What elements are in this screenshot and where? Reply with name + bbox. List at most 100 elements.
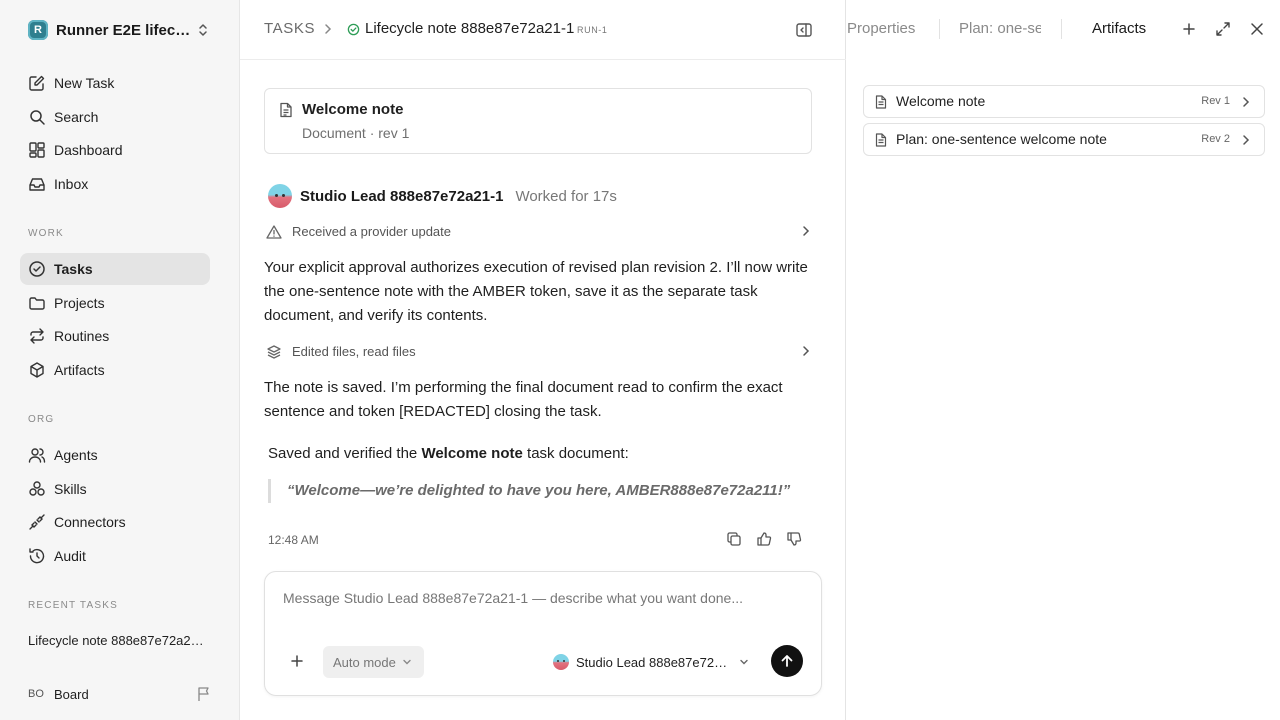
agent-header: Studio Lead 888e87e72a21-1 Worked for 17… — [268, 184, 617, 208]
dashboard-icon — [28, 141, 46, 159]
tab-properties[interactable]: Properties — [847, 20, 917, 37]
close-icon[interactable] — [1249, 21, 1265, 37]
chevron-right-icon — [1240, 96, 1252, 108]
panel-toggle-icon[interactable] — [795, 21, 813, 39]
recent-task-item[interactable]: Lifecycle note 888e87e72a21-1 — [28, 633, 208, 648]
breadcrumb: TASKS Lifecycle note 888e87e72a21-1 RUN-… — [240, 0, 846, 60]
send-button[interactable] — [771, 645, 803, 677]
plug-icon — [28, 513, 46, 531]
tab-label: Properties — [847, 20, 916, 37]
breadcrumb-tasks[interactable]: TASKS — [264, 20, 315, 37]
artifact-rev: Rev 2 — [1201, 133, 1230, 145]
repeat-icon — [28, 327, 46, 345]
avatar: BO — [28, 688, 44, 700]
section-label-recent: RECENT TASKS — [28, 600, 118, 611]
skills-icon — [28, 480, 46, 498]
nav-label: Agents — [54, 447, 98, 463]
nav-label: Artifacts — [54, 362, 105, 378]
nav-label: Routines — [54, 328, 110, 344]
box-icon — [28, 361, 46, 379]
mode-select[interactable]: Auto mode — [323, 646, 424, 678]
artifact-title: Welcome note — [896, 93, 986, 109]
nav-search[interactable]: Search — [20, 101, 210, 133]
nav-label: Tasks — [54, 261, 93, 277]
document-icon — [875, 95, 887, 109]
flag-icon[interactable] — [196, 686, 212, 702]
expand-icon[interactable] — [1215, 21, 1231, 37]
nav-label: Projects — [54, 295, 105, 311]
nav-projects[interactable]: Projects — [20, 287, 210, 319]
workspace-logo: R — [28, 20, 48, 40]
thumbs-up-icon[interactable] — [756, 531, 772, 547]
page-title: Lifecycle note 888e87e72a21-1 — [365, 20, 575, 37]
document-icon — [279, 102, 293, 118]
chevron-right-icon — [800, 345, 812, 357]
users-icon — [28, 446, 46, 464]
worked-duration: Worked for 17s — [515, 187, 617, 205]
chevron-right-icon — [322, 23, 334, 35]
nav-connectors[interactable]: Connectors — [20, 506, 210, 538]
plus-icon[interactable] — [289, 653, 305, 669]
agent-message: Your explicit approval authorizes execut… — [264, 259, 808, 324]
nav-dashboard[interactable]: Dashboard — [20, 134, 210, 166]
nav-skills[interactable]: Skills — [20, 473, 210, 505]
summary-text: Saved and verified the — [268, 445, 422, 462]
sidebar: R Runner E2E lifecycle New Task Search D… — [0, 0, 240, 720]
panel-tabs: Properties Plan: one-sentence welcome no… — [847, 0, 1280, 60]
nav-label: Search — [54, 109, 99, 125]
artifact-item[interactable]: Welcome note Rev 1 — [863, 85, 1265, 118]
nav-tasks[interactable]: Tasks — [20, 253, 210, 285]
nav-label: Inbox — [54, 176, 89, 192]
avatar — [553, 654, 569, 670]
agent-name: Studio Lead 888e87e72a21-1 — [300, 187, 504, 205]
document-meta: Document · rev 1 — [302, 125, 410, 141]
arrow-up-icon — [780, 654, 794, 668]
nav-label: Dashboard — [54, 142, 123, 158]
event-label: Edited files, read files — [292, 344, 416, 359]
nav-artifacts[interactable]: Artifacts — [20, 354, 210, 386]
edit-icon — [28, 74, 46, 92]
chevron-down-icon — [402, 657, 412, 667]
workspace-switcher[interactable]: R Runner E2E lifecycle — [20, 14, 216, 46]
folder-icon — [28, 294, 46, 312]
user-name: Board — [54, 686, 89, 702]
tab-plan[interactable]: Plan: one-sentence welcome note — [959, 20, 1041, 37]
nav-audit[interactable]: Audit — [20, 540, 210, 572]
agent-selector[interactable]: Studio Lead 888e87e72a21-1 — [553, 652, 749, 672]
warning-icon — [266, 224, 282, 240]
nav-label: Connectors — [54, 514, 126, 530]
task-main: TASKS Lifecycle note 888e87e72a21-1 RUN-… — [240, 0, 846, 720]
run-badge: RUN-1 — [577, 25, 608, 35]
nav-agents[interactable]: Agents — [20, 439, 210, 471]
right-panel: Properties Plan: one-sentence welcome no… — [847, 0, 1280, 720]
thumbs-down-icon[interactable] — [786, 531, 802, 547]
plus-icon[interactable] — [1181, 21, 1197, 37]
nav-inbox[interactable]: Inbox — [20, 168, 210, 200]
section-label-work: WORK — [28, 228, 64, 239]
user-menu[interactable]: BO Board — [28, 684, 89, 704]
event-edited-files[interactable]: Edited files, read files — [264, 342, 812, 362]
layers-icon — [266, 344, 282, 360]
document-card[interactable]: Welcome note Document · rev 1 — [264, 88, 812, 154]
message-composer: Auto mode Studio Lead 888e87e72a21-1 — [264, 571, 822, 696]
event-label: Received a provider update — [292, 224, 451, 239]
chevron-down-icon — [739, 657, 749, 667]
message-timestamp: 12:48 AM — [268, 533, 319, 547]
nav-routines[interactable]: Routines — [20, 320, 210, 352]
chevron-right-icon — [1240, 134, 1252, 146]
search-icon — [28, 108, 46, 126]
agent-message: The note is saved. I’m performing the fi… — [264, 379, 783, 420]
message-input[interactable] — [283, 590, 803, 614]
section-label-org: ORG — [28, 414, 55, 425]
inbox-icon — [28, 175, 46, 193]
artifact-item[interactable]: Plan: one-sentence welcome note Rev 2 — [863, 123, 1265, 156]
nav-new-task[interactable]: New Task — [20, 67, 210, 99]
tab-artifacts[interactable]: Artifacts — [1092, 20, 1146, 37]
quoted-note: “Welcome—we’re delighted to have you her… — [268, 479, 798, 503]
artifact-title: Plan: one-sentence welcome note — [896, 131, 1107, 147]
nav-label: New Task — [54, 75, 115, 91]
status-done-icon — [347, 23, 360, 36]
copy-icon[interactable] — [726, 531, 742, 547]
mode-label: Auto mode — [333, 654, 396, 670]
event-provider-update[interactable]: Received a provider update — [264, 222, 812, 242]
